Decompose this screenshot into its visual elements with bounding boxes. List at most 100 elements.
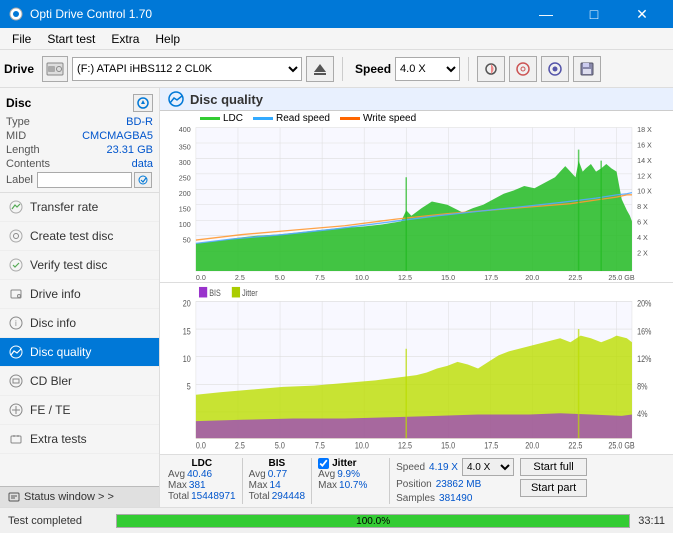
main-layout: Disc Type BD-R MID CMCMAGBA5 Length 23.3…	[0, 88, 673, 507]
minimize-button[interactable]: —	[523, 0, 569, 28]
start-full-button[interactable]: Start full	[520, 458, 587, 476]
sidebar-item-fe-te[interactable]: FE / TE	[0, 396, 159, 425]
drive-label: Drive	[4, 62, 34, 76]
disc-label-input[interactable]	[37, 172, 132, 188]
ldc-total-value: 15448971	[191, 491, 236, 502]
svg-text:4%: 4%	[637, 409, 648, 419]
samples-row: Samples 381490	[396, 493, 514, 504]
svg-text:2.5: 2.5	[235, 441, 245, 451]
svg-text:18 X: 18 X	[637, 125, 652, 134]
sidebar-item-extra-tests[interactable]: Extra tests	[0, 425, 159, 454]
stats-speed-select[interactable]: 4.0 X	[462, 458, 514, 476]
refresh-button[interactable]	[477, 56, 505, 82]
disc-type-row: Type BD-R	[6, 116, 153, 128]
disc-header-title: Disc	[6, 96, 31, 110]
svg-text:0.0: 0.0	[196, 441, 206, 451]
maximize-button[interactable]: □	[571, 0, 617, 28]
close-button[interactable]: ✕	[619, 0, 665, 28]
jitter-max-value: 10.7%	[339, 480, 367, 491]
bis-max-row: Max 14	[249, 480, 306, 491]
sidebar-item-disc-quality[interactable]: Disc quality	[0, 338, 159, 367]
sidebar-item-drive-info[interactable]: Drive info	[0, 280, 159, 309]
bis-max-value: 14	[270, 480, 281, 491]
legend-read-speed: Read speed	[253, 113, 330, 124]
jitter-header-row: Jitter	[318, 458, 383, 469]
svg-text:10.0: 10.0	[355, 273, 369, 282]
svg-text:100: 100	[179, 220, 191, 229]
save-button[interactable]	[573, 56, 601, 82]
svg-text:20%: 20%	[637, 299, 652, 309]
disc-quality-chart-icon	[168, 91, 184, 107]
speed-value: 4.19 X	[429, 462, 458, 473]
drive-select[interactable]: (F:) ATAPI iHBS112 2 CL0K	[72, 57, 302, 81]
extra-tests-icon	[8, 431, 24, 447]
svg-text:200: 200	[179, 189, 191, 198]
status-window-btn[interactable]: Status window > >	[0, 486, 159, 507]
svg-text:BIS: BIS	[209, 288, 221, 298]
status-text: Test completed	[8, 515, 108, 527]
stats-bar: LDC Avg 40.46 Max 381 Total 15448971 BIS	[160, 454, 673, 507]
svg-text:8%: 8%	[637, 382, 648, 392]
svg-text:10.0: 10.0	[355, 441, 369, 451]
jitter-stats: Jitter Avg 9.9% Max 10.7% Total	[318, 458, 383, 502]
jitter-max-row: Max 10.7%	[318, 480, 383, 491]
sidebar-item-cd-bler[interactable]: CD Bler	[0, 367, 159, 396]
content-area: Disc quality LDC Read speed	[160, 88, 673, 507]
svg-text:400: 400	[179, 125, 191, 134]
svg-text:10 X: 10 X	[637, 186, 652, 195]
svg-text:25.0 GB: 25.0 GB	[608, 441, 635, 451]
ldc-stats: LDC Avg 40.46 Max 381 Total 15448971	[168, 458, 236, 502]
sidebar-item-transfer-rate[interactable]: Transfer rate	[0, 193, 159, 222]
bis-avg-value: 0.77	[268, 469, 287, 480]
disc-options-btn[interactable]	[133, 94, 153, 112]
menu-help[interactable]: Help	[147, 30, 188, 48]
svg-text:300: 300	[179, 158, 191, 167]
settings-button[interactable]	[541, 56, 569, 82]
svg-text:16 X: 16 X	[637, 140, 652, 149]
bis-total-value: 294448	[272, 491, 305, 502]
sidebar-item-disc-quality-label: Disc quality	[30, 345, 91, 359]
status-bottom: Test completed 100.0% 33:11	[0, 507, 673, 533]
menu-file[interactable]: File	[4, 30, 39, 48]
svg-text:150: 150	[179, 204, 191, 213]
eject-button[interactable]	[306, 56, 334, 82]
svg-text:250: 250	[179, 173, 191, 182]
svg-text:16%: 16%	[637, 326, 652, 336]
menu-start-test[interactable]: Start test	[39, 30, 103, 48]
disc-button[interactable]	[509, 56, 537, 82]
bis-avg-row: Avg 0.77	[249, 469, 306, 480]
stats-sep-2	[311, 458, 312, 504]
disc-section: Disc Type BD-R MID CMCMAGBA5 Length 23.3…	[0, 88, 159, 193]
sidebar-item-transfer-rate-label: Transfer rate	[30, 200, 98, 214]
jitter-avg-row: Avg 9.9%	[318, 469, 383, 480]
svg-text:17.5: 17.5	[484, 441, 498, 451]
sidebar-item-create-test-disc[interactable]: Create test disc	[0, 222, 159, 251]
disc-label-row: Label	[6, 172, 153, 188]
speed-section: Speed 4.19 X 4.0 X Position 23862 MB Sam…	[396, 458, 514, 504]
start-part-button[interactable]: Start part	[520, 479, 587, 497]
svg-text:20.0: 20.0	[525, 273, 539, 282]
transfer-rate-icon	[8, 199, 24, 215]
stats-sep-3	[389, 458, 390, 504]
jitter-checkbox[interactable]	[318, 458, 329, 469]
title-bar-controls: — □ ✕	[523, 0, 665, 28]
app-icon	[8, 6, 24, 22]
svg-text:7.5: 7.5	[315, 441, 325, 451]
disc-contents-row: Contents data	[6, 158, 153, 170]
drive-icon-btn[interactable]	[42, 56, 68, 82]
svg-text:7.5: 7.5	[315, 273, 325, 282]
svg-text:12.5: 12.5	[398, 273, 412, 282]
menu-bar: File Start test Extra Help	[0, 28, 673, 50]
menu-extra[interactable]: Extra	[103, 30, 147, 48]
sidebar-item-verify-test-disc[interactable]: Verify test disc	[0, 251, 159, 280]
disc-label-btn[interactable]	[134, 172, 152, 188]
disc-length-row: Length 23.31 GB	[6, 144, 153, 156]
cd-bler-icon	[8, 373, 24, 389]
bottom-chart-svg: BIS Jitter	[160, 283, 673, 454]
speed-select[interactable]: 4.0 X	[395, 57, 460, 81]
start-buttons: Start full Start part	[520, 458, 587, 497]
sidebar-item-disc-info[interactable]: i Disc info	[0, 309, 159, 338]
svg-text:22.5: 22.5	[568, 273, 582, 282]
chart-header: Disc quality	[160, 88, 673, 111]
svg-text:Jitter: Jitter	[242, 288, 258, 298]
